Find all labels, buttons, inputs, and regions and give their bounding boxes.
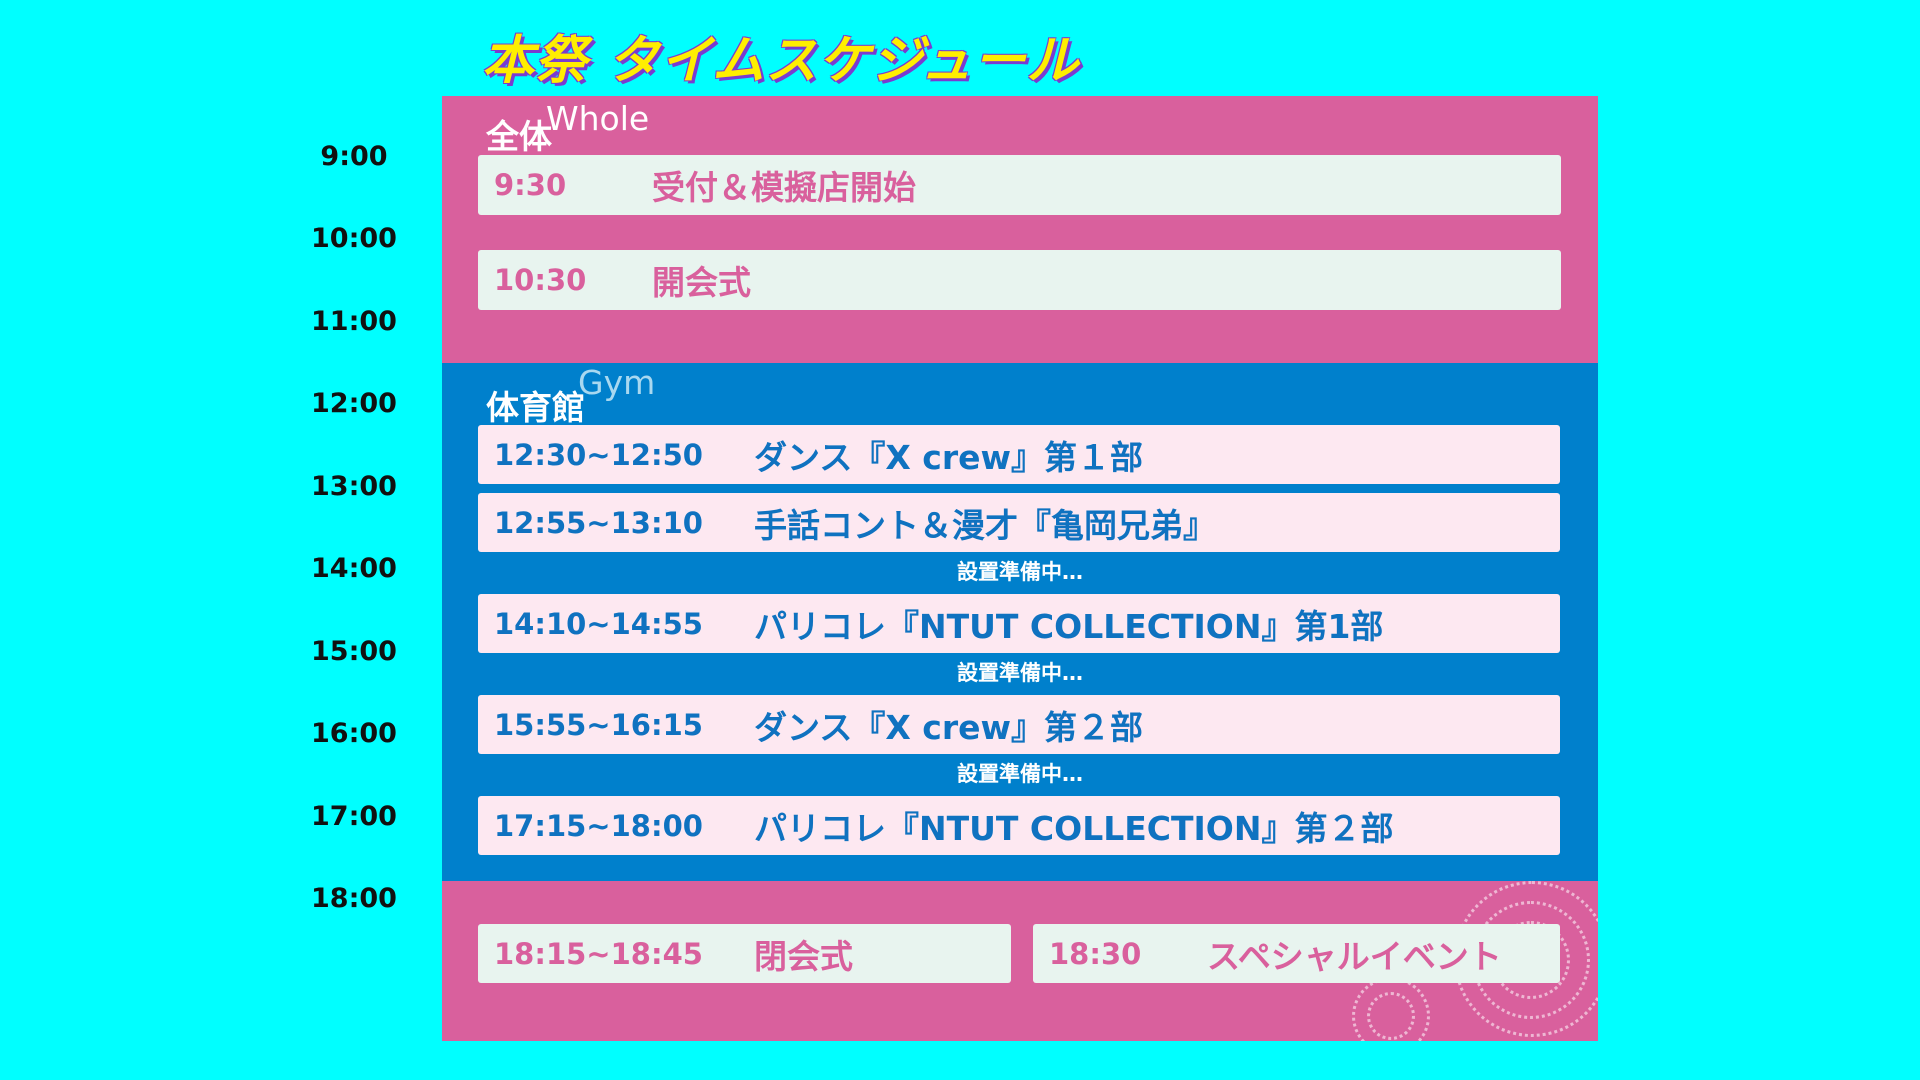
event-name: ダンス『X crew』第２部 bbox=[754, 707, 1143, 747]
event-name: 受付＆模擬店開始 bbox=[652, 168, 916, 207]
event-name: ダンス『X crew』第１部 bbox=[754, 437, 1143, 477]
page-title: 本祭 タイムスケジュール bbox=[482, 31, 1080, 91]
section-subtitle: Gym bbox=[578, 363, 656, 402]
schedule-item: 15:55~16:15 ダンス『X crew』第２部 bbox=[478, 695, 1560, 754]
decorative-ring bbox=[1367, 992, 1415, 1040]
hour-label: 14:00 bbox=[311, 553, 397, 584]
section-whole: 全体 Whole 9:30 受付＆模擬店開始 10:30 開会式 bbox=[442, 96, 1598, 363]
hour-label: 9:00 bbox=[320, 141, 388, 172]
hour-label: 17:00 bbox=[311, 801, 397, 832]
hour-label: 11:00 bbox=[311, 306, 397, 337]
event-name: 閉会式 bbox=[754, 936, 853, 976]
event-time: 18:15~18:45 bbox=[494, 936, 703, 971]
hour-label: 18:00 bbox=[311, 883, 397, 914]
hour-label: 10:00 bbox=[311, 223, 397, 254]
event-name: パリコレ『NTUT COLLECTION』第1部 bbox=[754, 606, 1384, 646]
event-time: 9:30 bbox=[494, 168, 567, 202]
setup-note: 設置準備中… bbox=[957, 762, 1083, 786]
section-title: 体育館 bbox=[486, 388, 585, 427]
schedule-item: 12:55~13:10 手話コント＆漫才『亀岡兄弟』 bbox=[478, 493, 1560, 552]
schedule-item: 18:15~18:45 閉会式 bbox=[478, 924, 1011, 983]
hour-label: 16:00 bbox=[311, 718, 397, 749]
event-time: 12:30~12:50 bbox=[494, 437, 703, 472]
event-time: 15:55~16:15 bbox=[494, 707, 703, 742]
event-name: 手話コント＆漫才『亀岡兄弟』 bbox=[754, 505, 1216, 545]
event-name: 開会式 bbox=[652, 263, 751, 302]
event-time: 17:15~18:00 bbox=[494, 808, 703, 843]
event-time: 14:10~14:55 bbox=[494, 606, 703, 641]
schedule-item: 12:30~12:50 ダンス『X crew』第１部 bbox=[478, 425, 1560, 484]
hour-label: 15:00 bbox=[311, 636, 397, 667]
section-title: 全体 bbox=[486, 117, 552, 156]
event-time: 12:55~13:10 bbox=[494, 505, 703, 540]
schedule-item: 17:15~18:00 パリコレ『NTUT COLLECTION』第２部 bbox=[478, 796, 1560, 855]
hour-label: 13:00 bbox=[311, 471, 397, 502]
schedule-item: 14:10~14:55 パリコレ『NTUT COLLECTION』第1部 bbox=[478, 594, 1560, 653]
event-name: パリコレ『NTUT COLLECTION』第２部 bbox=[754, 808, 1394, 848]
hour-label: 12:00 bbox=[311, 388, 397, 419]
schedule-item: 18:30 スペシャルイベント bbox=[1033, 924, 1560, 983]
schedule-item: 10:30 開会式 bbox=[478, 250, 1561, 310]
section-gym: 体育館 Gym 12:30~12:50 ダンス『X crew』第１部 12:55… bbox=[442, 363, 1598, 881]
event-time: 10:30 bbox=[494, 263, 587, 297]
section-closing: 18:15~18:45 閉会式 18:30 スペシャルイベント bbox=[442, 881, 1598, 1041]
setup-note: 設置準備中… bbox=[957, 560, 1083, 584]
section-subtitle: Whole bbox=[546, 99, 650, 138]
event-time: 18:30 bbox=[1049, 936, 1142, 971]
setup-note: 設置準備中… bbox=[957, 661, 1083, 685]
event-name: スペシャルイベント bbox=[1207, 936, 1502, 976]
schedule-item: 9:30 受付＆模擬店開始 bbox=[478, 155, 1561, 215]
